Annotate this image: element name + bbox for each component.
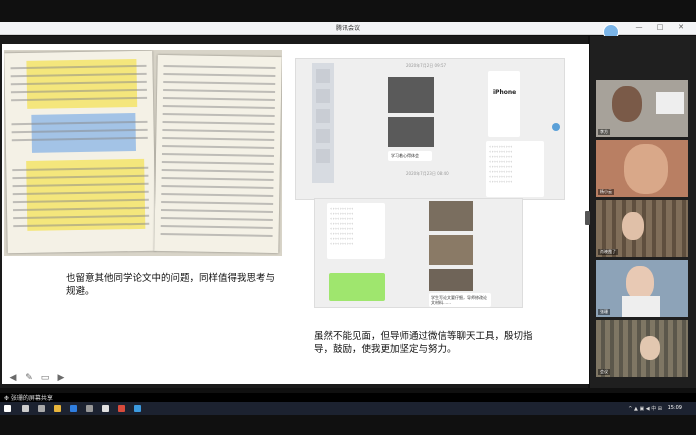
system-tray[interactable]: ^ ▲ ▣ ◀ 中 ⊞ [628,405,662,412]
participant-tile-1[interactable]: 李方 [596,80,688,137]
participant-name-4: 张珊 [598,309,610,315]
participant-tile-2[interactable]: 杨小云 [596,140,688,197]
app-icon[interactable] [86,405,93,412]
task-view-icon[interactable] [38,405,45,412]
title-bar: 腾讯会议 — □ ✕ [0,22,696,35]
caption-left: 也留意其他同学论文中的问题，同样值得我思考与规避。 [66,273,276,297]
slide: 也留意其他同学论文中的问题，同样值得我思考与规避。 2020年7月2日 09:5… [2,44,589,384]
folder-icon[interactable] [54,405,61,412]
screen-share-bar: ❉ 张珊的屏幕共享 [0,393,696,402]
chat-note-1: 学习着心得体会 [391,153,419,158]
participant-name-5: 会议 [598,369,610,375]
chat-screenshot-2: ◦◦◦◦◦◦◦◦◦◦ ◦◦◦◦◦◦◦◦◦◦ ◦◦◦◦◦◦◦◦◦◦ ◦◦◦◦◦◦◦◦◦◦… [314,198,523,308]
store-icon[interactable] [102,405,109,412]
arrow-right-icon[interactable]: ▶ [56,373,66,383]
participant-tile-4[interactable]: 张珊 [596,260,688,317]
meeting-app-icon[interactable] [134,405,141,412]
screen-share-label: ❉ 张珊的屏幕共享 [4,395,53,402]
taskbar: ^ ▲ ▣ ◀ 中 ⊞ 15:09 [0,402,696,415]
window-title: 腾讯会议 [335,25,360,32]
chat-timestamp-top: 2020年7月2日 09:57 [406,63,447,68]
caption-right: 虽然不能见面，但导师通过微信等聊天工具，殷切指导，鼓励，使我更加坚定与努力。 [314,331,533,355]
windows-start-icon[interactable] [4,405,11,412]
minimize-button[interactable]: — [634,23,644,31]
slide-toolbar: ◀ ✎ ▭ ▶ [8,373,66,383]
screen-icon[interactable]: ▭ [40,373,50,383]
notebook-photo [4,50,282,256]
app-icon-2[interactable] [118,405,125,412]
clock[interactable]: 15:09 [668,405,682,411]
chat-screenshot-1: 2020年7月2日 09:57 学习着心得体会 2020年7月23日 08:40… [295,58,565,200]
arrow-left-icon[interactable]: ◀ [8,373,18,383]
iphone-label: iPhone [493,89,517,96]
meeting-screen: 腾讯会议 — □ ✕ 也留意其他同学论文中的问题，同样值得我思考与规避。 202… [0,0,696,435]
participant-name-2: 杨小云 [598,189,614,195]
maximize-button[interactable]: □ [655,23,665,31]
chat-note-2: 学生写论文要仔细，导师修改论文材料…… [431,295,487,305]
participant-name-3: 肖晓霞了 [598,249,618,255]
participant-tile-5[interactable]: 会议 [596,320,688,377]
close-button[interactable]: ✕ [676,23,686,31]
pen-icon[interactable]: ✎ [24,373,34,383]
participant-sidebar: 正在讲话: 张珊 李方 杨小云 肖晓霞了 张珊 会议 [590,36,696,388]
search-icon[interactable] [22,405,29,412]
participant-name-1: 李方 [598,129,610,135]
browser-icon[interactable] [70,405,77,412]
participant-tile-3[interactable]: 肖晓霞了 [596,200,688,257]
chat-timestamp-mid: 2020年7月23日 08:40 [406,171,449,176]
